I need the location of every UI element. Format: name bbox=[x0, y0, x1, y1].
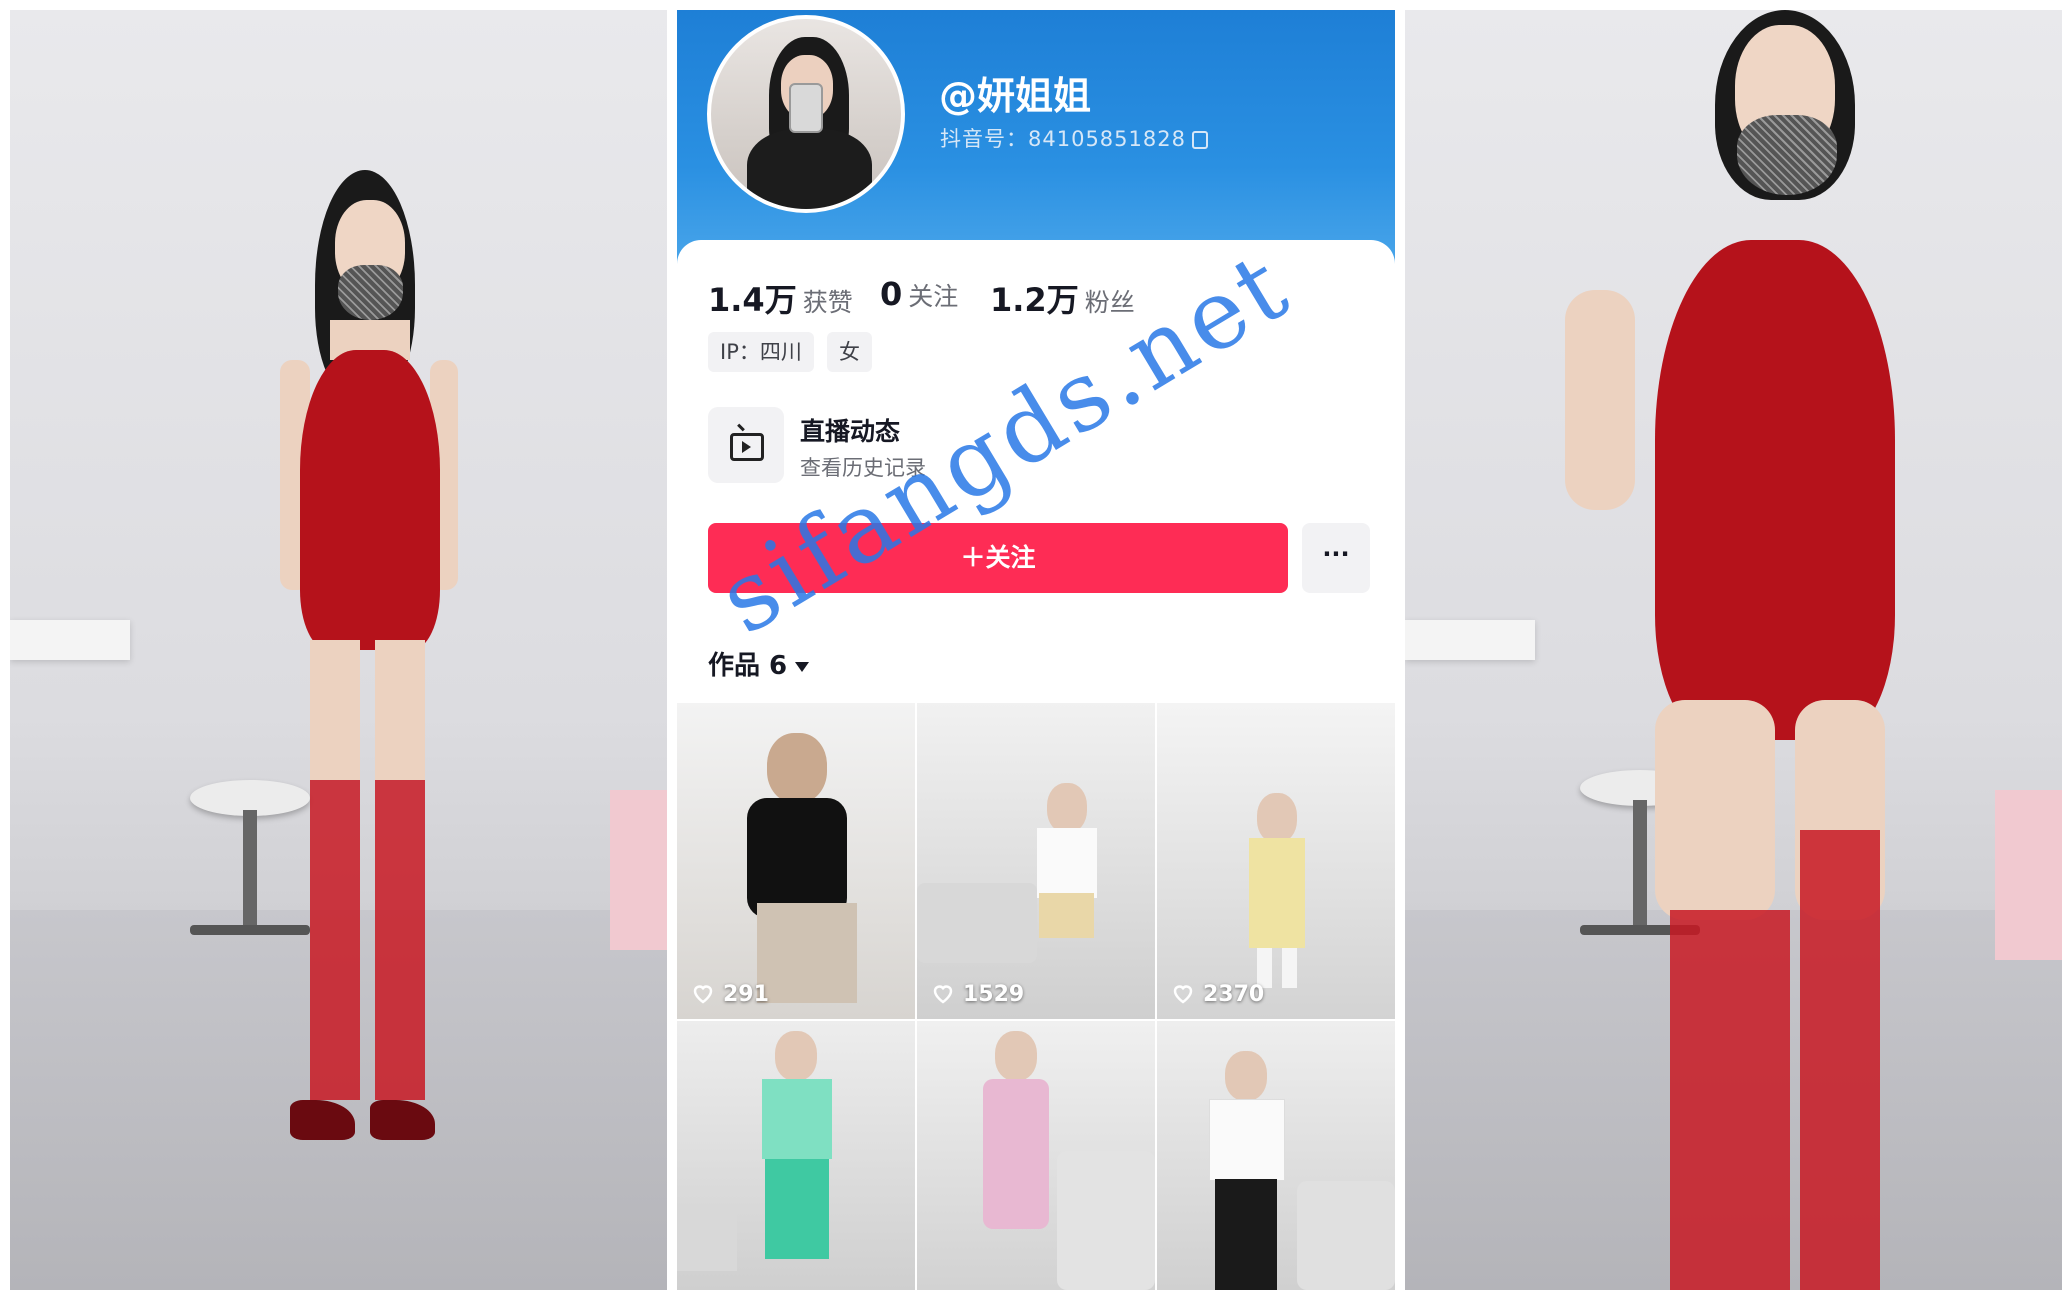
douyin-id-text: 抖音号：84105851828 bbox=[940, 127, 1186, 151]
stat-following-value: 0 bbox=[880, 275, 903, 313]
caret-down-icon bbox=[795, 661, 810, 672]
live-section-icon[interactable] bbox=[708, 407, 784, 483]
tv-icon bbox=[730, 433, 764, 461]
like-count-value: 1529 bbox=[963, 982, 1025, 1007]
like-count: 1529 bbox=[931, 981, 1024, 1007]
person-figure bbox=[1545, 10, 1935, 1290]
video-grid: 291 1529 2370 bbox=[677, 703, 1395, 1290]
copy-icon[interactable] bbox=[1191, 131, 1208, 149]
video-thumbnail[interactable]: 2370 bbox=[1157, 703, 1395, 1019]
tag-gender: 女 bbox=[827, 332, 872, 372]
douyin-id[interactable]: 抖音号：84105851828 bbox=[940, 123, 1208, 153]
avatar[interactable] bbox=[707, 15, 905, 213]
stat-likes-label: 获赞 bbox=[802, 288, 853, 317]
heart-icon bbox=[691, 981, 715, 1005]
live-section-title[interactable]: 直播动态 bbox=[800, 412, 900, 448]
left-photo bbox=[10, 10, 667, 1290]
video-thumbnail[interactable] bbox=[917, 1021, 1155, 1290]
heart-icon bbox=[1171, 981, 1195, 1005]
tag-ip: IP：四川 bbox=[708, 332, 814, 372]
stat-following[interactable]: 0 关注 bbox=[880, 275, 958, 313]
like-count-value: 2370 bbox=[1203, 982, 1265, 1007]
like-count: 2370 bbox=[1171, 981, 1264, 1007]
douyin-profile-screen: @妍姐姐 抖音号：84105851828 1.4万 获赞 0 关注 1.2万 粉丝 I… bbox=[677, 10, 1395, 1290]
bed bbox=[610, 790, 667, 950]
username: @妍姐姐 bbox=[939, 74, 1092, 118]
stat-following-label: 关注 bbox=[908, 282, 959, 311]
stat-likes-value: 1.4万 bbox=[708, 281, 797, 319]
heart-icon bbox=[931, 981, 955, 1005]
profile-header: @妍姐姐 抖音号：84105851828 bbox=[677, 10, 1395, 270]
works-tab-label: 作品 6 bbox=[708, 651, 788, 681]
person-figure bbox=[260, 170, 480, 1170]
video-thumbnail[interactable]: 1529 bbox=[917, 703, 1155, 1019]
right-photo bbox=[1405, 10, 2062, 1290]
like-count-value: 291 bbox=[723, 982, 769, 1007]
more-button[interactable]: ··· bbox=[1302, 523, 1370, 593]
video-thumbnail[interactable] bbox=[677, 1021, 915, 1290]
desk bbox=[10, 620, 130, 660]
video-thumbnail[interactable]: 291 bbox=[677, 703, 915, 1019]
like-count: 291 bbox=[691, 981, 769, 1007]
stat-followers-value: 1.2万 bbox=[990, 281, 1079, 319]
video-thumbnail[interactable] bbox=[1157, 1021, 1395, 1290]
desk bbox=[1405, 620, 1535, 660]
stat-likes: 1.4万 获赞 bbox=[708, 275, 853, 321]
bed bbox=[1995, 790, 2062, 960]
